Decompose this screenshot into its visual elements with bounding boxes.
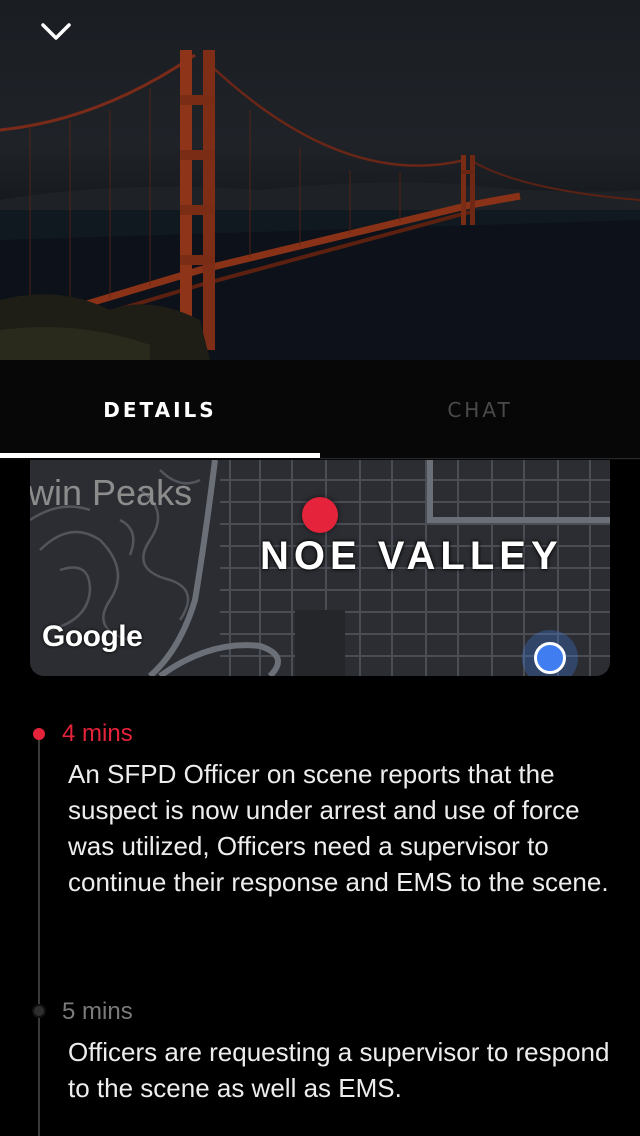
active-tab-indicator (0, 453, 320, 458)
hero-image (0, 0, 640, 360)
timeline-time: 4 mins (62, 720, 133, 747)
incident-map[interactable]: win Peaks NOE VALLEY Google (30, 460, 610, 676)
timeline-dot (32, 1004, 46, 1018)
chevron-down-icon (41, 23, 71, 40)
map-label-twin-peaks: win Peaks (30, 472, 193, 513)
timeline-line (38, 734, 40, 1136)
timeline-dot-active (33, 728, 45, 740)
collapse-button[interactable] (40, 22, 90, 62)
tab-details[interactable]: DETAILS (0, 360, 320, 460)
incident-pin-icon[interactable] (302, 497, 338, 533)
timeline-time: 5 mins (62, 998, 133, 1025)
timeline-text: Officers are requesting a supervisor to … (68, 1037, 610, 1103)
tab-divider (320, 458, 640, 459)
current-location-dot (534, 642, 566, 674)
google-logo: Google (42, 620, 143, 653)
map-label-neighborhood: NOE VALLEY (260, 534, 563, 578)
golden-gate-bridge-illustration (0, 50, 640, 360)
tab-chat[interactable]: CHAT (320, 360, 640, 460)
timeline-text: An SFPD Officer on scene reports that th… (68, 759, 609, 897)
tab-bar: DETAILS CHAT (0, 360, 640, 460)
